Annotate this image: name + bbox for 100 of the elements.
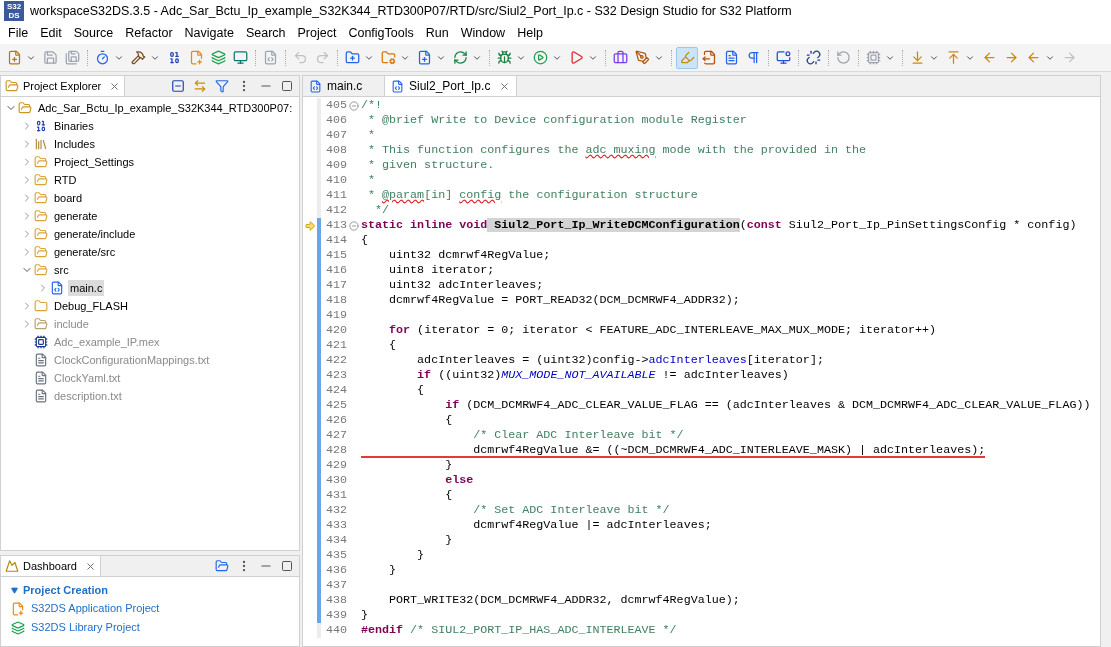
code-line: { [416, 383, 425, 398]
open-folder-icon[interactable] [215, 559, 229, 573]
bug-icon[interactable] [497, 50, 512, 65]
save-all-icon[interactable] [65, 50, 80, 65]
menu-item[interactable]: Run [419, 23, 455, 43]
next-annotation-icon[interactable] [910, 50, 925, 65]
close-icon[interactable] [84, 560, 96, 572]
save-icon[interactable] [43, 50, 58, 65]
line-number: 435 [324, 548, 347, 563]
app-logo: S32 DS [4, 1, 24, 21]
new-folder-icon[interactable] [345, 50, 360, 65]
view-tab[interactable]: Dashboard [1, 556, 101, 576]
fold-icon[interactable] [349, 100, 359, 111]
tree-item[interactable]: main.c [68, 279, 105, 297]
back-icon[interactable] [1026, 50, 1041, 65]
line-number: 418 [324, 293, 347, 308]
folder-icon [34, 317, 48, 331]
tree-item[interactable]: description.txt [52, 387, 124, 405]
refresh-icon[interactable] [453, 50, 468, 65]
new-file-icon[interactable] [7, 50, 22, 65]
line-number: 433 [324, 518, 347, 533]
tree-item[interactable]: RTD [52, 171, 79, 189]
menu-item[interactable]: ConfigTools [342, 23, 420, 43]
tree-item[interactable]: Includes [52, 135, 97, 153]
previous-annotation-icon[interactable] [946, 50, 961, 65]
tree-item[interactable]: Adc_Sar_Bctu_Ip_example_S32K344_RTD300P07: [36, 99, 295, 117]
c-file-icon[interactable] [263, 50, 278, 65]
close-icon[interactable] [109, 80, 121, 92]
menu-item[interactable]: File [2, 23, 35, 43]
code-line: if ((uint32)MUX_MODE_NOT_AVAILABLE != adcInterleaves) [416, 368, 789, 383]
layers-icon[interactable] [211, 50, 226, 65]
fold-icon[interactable] [349, 220, 359, 231]
new-page-icon[interactable] [189, 50, 204, 65]
menu-item[interactable]: Window [454, 23, 512, 43]
menu-item[interactable]: Refactor [119, 23, 179, 43]
monitor-icon[interactable] [233, 50, 248, 65]
project-link[interactable]: S32DS Application Project [31, 600, 160, 617]
step-return-icon[interactable] [836, 50, 851, 65]
close-icon[interactable] [499, 80, 511, 92]
mark-occurrences-toggle[interactable] [676, 46, 698, 69]
screen-icon[interactable] [776, 50, 791, 65]
file-arrow-icon[interactable] [702, 50, 717, 65]
code-line: /*! [361, 98, 383, 113]
menu-item[interactable]: Help [511, 23, 549, 43]
menu-item[interactable]: Project [291, 23, 343, 43]
view-tab[interactable]: Project Explorer [1, 76, 126, 96]
binaries-icon [34, 119, 48, 133]
tree-item[interactable]: include [52, 315, 91, 333]
tree-item[interactable]: generate/include [52, 225, 138, 243]
run-icon[interactable] [533, 50, 548, 65]
line-number: 430 [324, 473, 347, 488]
tree-item[interactable]: Debug_FLASH [52, 297, 130, 315]
run-config-icon[interactable] [569, 50, 584, 65]
filter-icon[interactable] [215, 79, 229, 93]
pen-icon[interactable] [635, 50, 650, 65]
code-line: else [444, 473, 474, 488]
link-icon[interactable] [193, 79, 207, 93]
pilcrow-icon[interactable] [746, 50, 761, 65]
project-link[interactable]: S32DS Library Project [31, 619, 140, 636]
briefcase-icon[interactable] [613, 50, 628, 65]
line-number: 440 [324, 623, 347, 638]
clock-icon[interactable] [95, 50, 110, 65]
chip-icon[interactable] [866, 50, 881, 65]
code-line: #endif /* SIUL2_PORT_IP_HAS_ADC_INTERLEAVE */ [361, 623, 677, 638]
new-c-file-icon[interactable] [417, 50, 432, 65]
tab-label: main.c [327, 78, 363, 95]
maximize-icon[interactable] [281, 560, 293, 572]
includes-icon [34, 137, 48, 151]
code-line: } [444, 458, 453, 473]
document-icon[interactable] [724, 50, 739, 65]
tree-item[interactable]: generate [52, 207, 100, 225]
menu-item[interactable]: Search [239, 23, 292, 43]
tree-item[interactable]: board [52, 189, 85, 207]
tree-item[interactable]: Binaries [52, 117, 96, 135]
line-number: 429 [324, 458, 347, 473]
binary-icon[interactable] [167, 50, 182, 65]
code-line: { [444, 413, 453, 428]
menu-item[interactable]: Edit [34, 23, 68, 43]
section-header[interactable]: Project Creation [11, 582, 289, 599]
back-edit-icon[interactable] [982, 50, 997, 65]
forward-edit-icon[interactable] [1004, 50, 1019, 65]
tree-item[interactable]: src [52, 261, 71, 279]
folder-gear-icon[interactable] [381, 50, 396, 65]
tree-item[interactable]: generate/src [52, 243, 118, 261]
line-number: 405 [324, 98, 347, 113]
tree-item[interactable]: ClockConfigurationMappings.txt [52, 351, 212, 369]
code-line: dcmrwf4RegValue &= ((~DCM_DCMRWF4_ADC_INTERLEAVE_MASK) | adcInterleaves); [361, 443, 986, 458]
unlink-icon[interactable] [806, 50, 821, 65]
maximize-icon[interactable] [281, 80, 293, 92]
tree-item[interactable]: Project_Settings [52, 153, 137, 171]
hammer-icon[interactable] [131, 50, 146, 65]
menu-item[interactable]: Navigate [178, 23, 240, 43]
line-number: 409 [324, 158, 347, 173]
line-number: 431 [324, 488, 347, 503]
collapse-all-icon[interactable] [171, 79, 185, 93]
code-line: } [361, 608, 368, 623]
editor-tab[interactable]: Siul2_Port_Ip.c [385, 76, 518, 96]
menu-item[interactable]: Source [67, 23, 120, 43]
tree-item[interactable]: Adc_example_IP.mex [52, 333, 162, 351]
tree-item[interactable]: ClockYaml.txt [52, 369, 123, 387]
